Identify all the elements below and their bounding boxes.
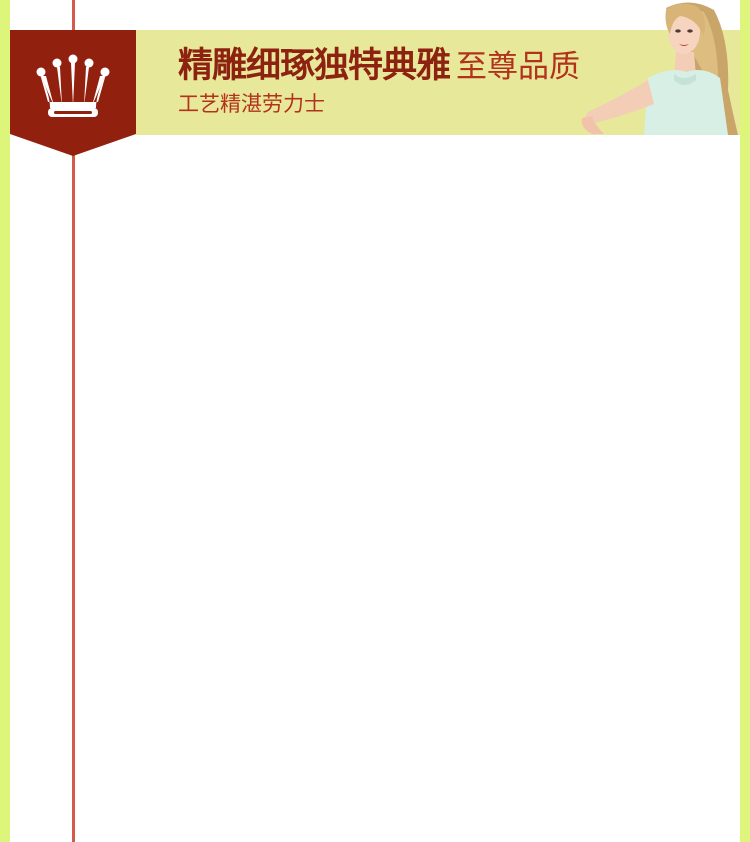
banner-subline: 工艺精湛劳力士	[178, 92, 325, 116]
left-border	[0, 0, 10, 842]
banner-headline: 精雕细琢独特典雅 至尊品质	[178, 49, 580, 84]
crown-badge	[10, 30, 136, 156]
headline-sub: 至尊品质	[456, 49, 581, 85]
crown-icon	[10, 30, 136, 156]
model-photo	[578, 0, 740, 135]
right-border	[740, 0, 750, 842]
headline-main: 精雕细琢独特典雅	[178, 46, 451, 86]
